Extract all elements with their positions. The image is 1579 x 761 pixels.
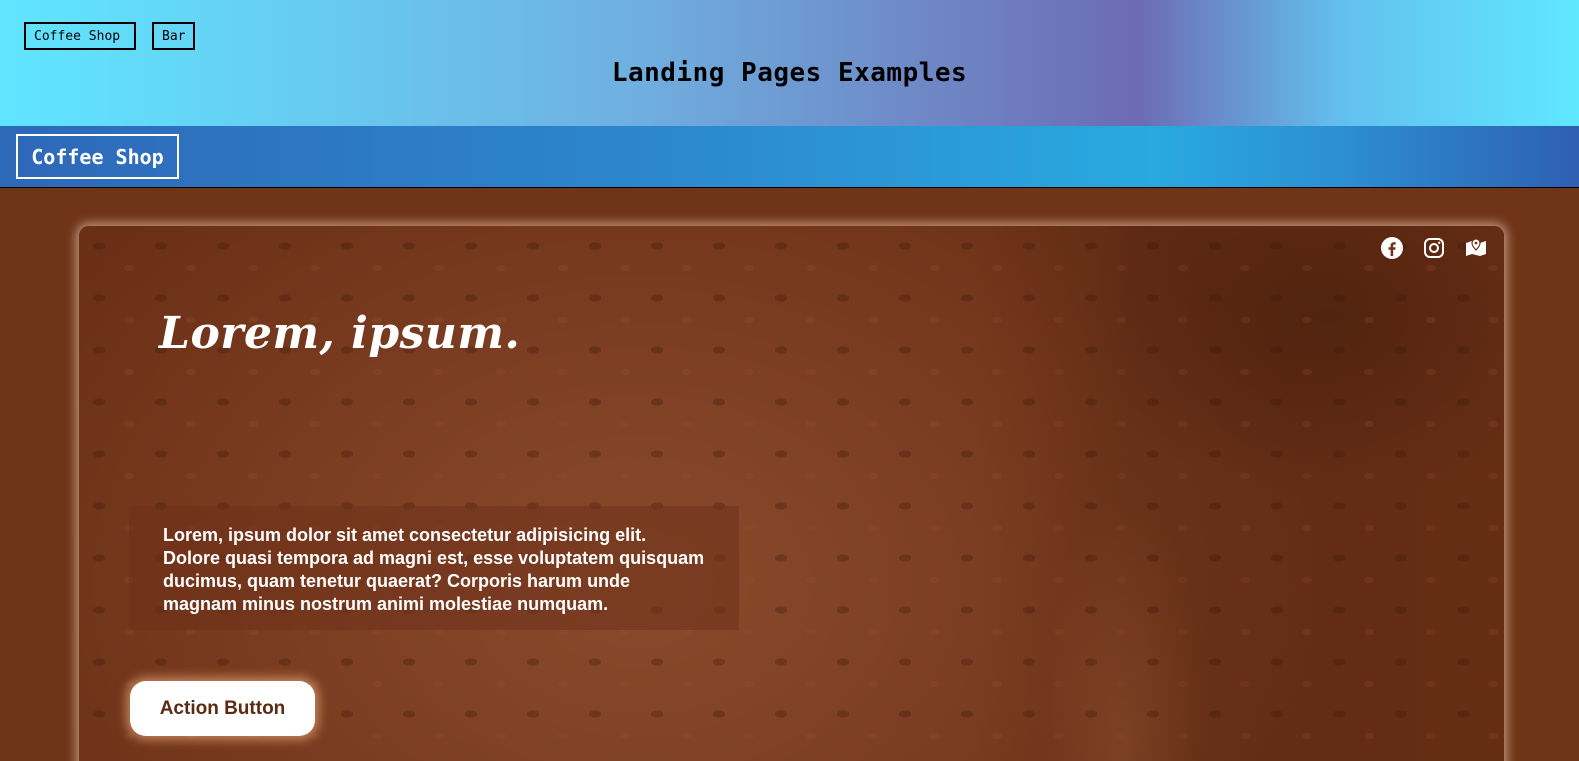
top-header: Coffee Shop Bar Landing Pages Examples (0, 0, 1579, 126)
hero-background-shade (969, 226, 1504, 761)
hero-description: Lorem, ipsum dolor sit amet consectetur … (129, 506, 739, 630)
hero-title: Lorem, ipsum. (159, 308, 521, 359)
tab-bar[interactable]: Bar (152, 22, 195, 50)
map-icon[interactable] (1464, 236, 1488, 260)
navbar: Coffee Shop (0, 126, 1579, 188)
social-links (1380, 236, 1488, 260)
brand-link[interactable]: Coffee Shop (16, 134, 179, 179)
tab-coffee-shop[interactable]: Coffee Shop (24, 22, 136, 50)
action-button[interactable]: Action Button (130, 681, 315, 736)
instagram-icon[interactable] (1422, 236, 1446, 260)
page-title: Landing Pages Examples (611, 58, 968, 88)
hero-card: Lorem, ipsum. Lorem, ipsum dolor sit ame… (79, 226, 1504, 761)
facebook-icon[interactable] (1380, 236, 1404, 260)
